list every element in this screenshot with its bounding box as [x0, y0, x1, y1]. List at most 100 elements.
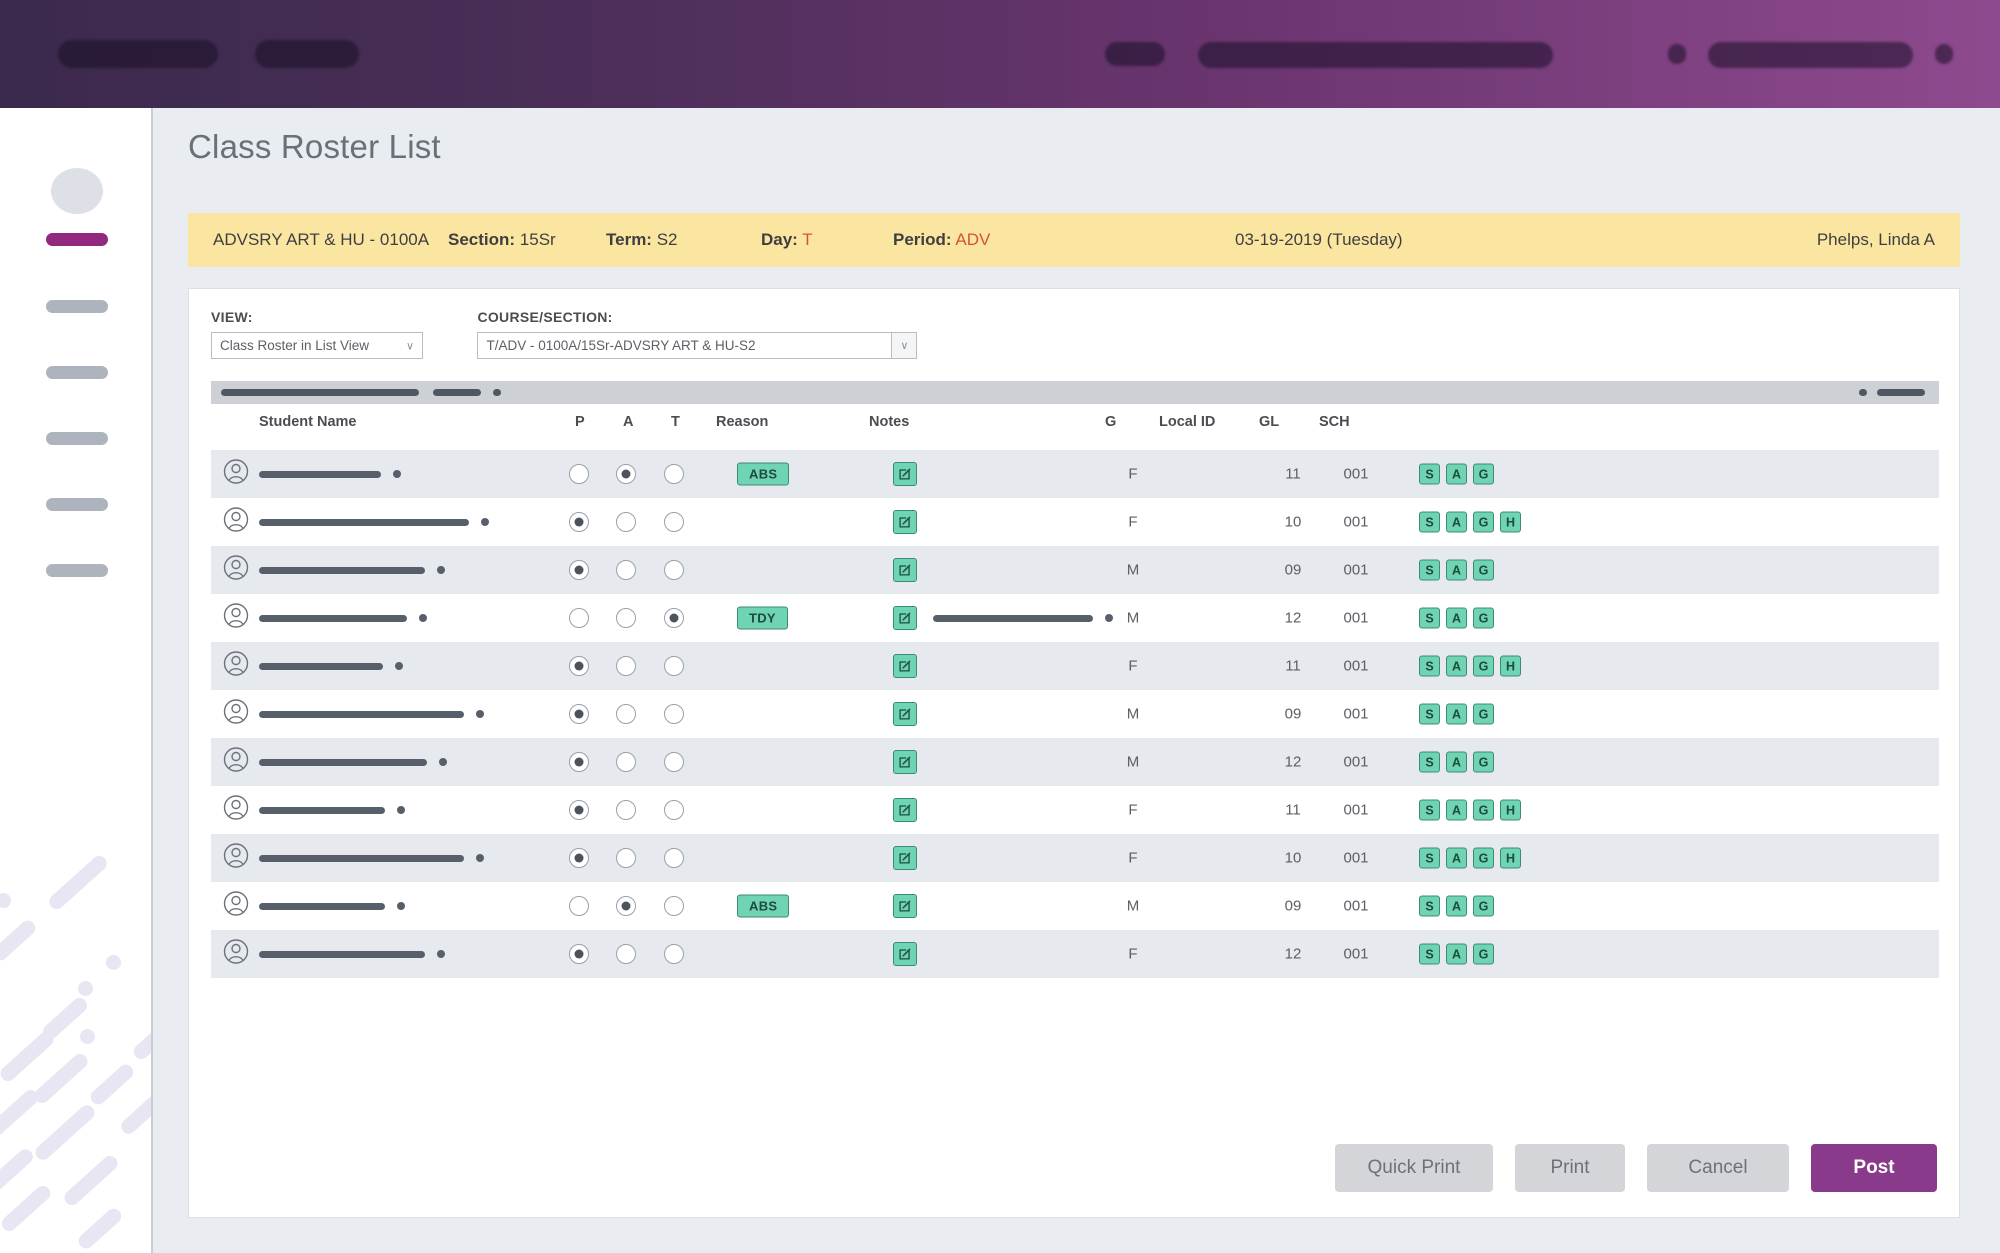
- attendance-radio-p[interactable]: [569, 800, 589, 820]
- attendance-radio-t[interactable]: [664, 464, 684, 484]
- status-badge-s[interactable]: S: [1419, 799, 1440, 821]
- column-header-sch[interactable]: SCH: [1319, 414, 1350, 430]
- attendance-radio-t[interactable]: [664, 896, 684, 916]
- column-header-t[interactable]: T: [671, 414, 680, 430]
- note-edit-icon[interactable]: [893, 654, 917, 678]
- status-badge-a[interactable]: A: [1446, 655, 1467, 677]
- attendance-radio-t[interactable]: [664, 752, 684, 772]
- attendance-radio-a[interactable]: [616, 512, 636, 532]
- attendance-radio-t[interactable]: [664, 800, 684, 820]
- attendance-radio-p[interactable]: [569, 704, 589, 724]
- table-row[interactable]: M 12 001 S A G: [211, 738, 1939, 786]
- status-badge-s[interactable]: S: [1419, 607, 1440, 629]
- note-edit-icon[interactable]: [893, 846, 917, 870]
- table-row[interactable]: ABS F 11 001 S A G: [211, 450, 1939, 498]
- reason-badge[interactable]: TDY: [737, 606, 788, 630]
- column-header-a[interactable]: A: [623, 414, 633, 430]
- status-badge-a[interactable]: A: [1446, 463, 1467, 485]
- cancel-button[interactable]: Cancel: [1647, 1144, 1789, 1192]
- table-row[interactable]: F 11 001 S A G H: [211, 642, 1939, 690]
- column-header-reason[interactable]: Reason: [716, 414, 768, 430]
- status-badge-s[interactable]: S: [1419, 511, 1440, 533]
- sidebar-item-5[interactable]: [46, 564, 108, 577]
- attendance-radio-t[interactable]: [664, 704, 684, 724]
- quick-print-button[interactable]: Quick Print: [1335, 1144, 1493, 1192]
- status-badge-g[interactable]: G: [1473, 703, 1494, 725]
- sidebar-item-0[interactable]: [46, 233, 108, 246]
- attendance-radio-a[interactable]: [616, 752, 636, 772]
- status-badge-g[interactable]: G: [1473, 463, 1494, 485]
- attendance-radio-p[interactable]: [569, 896, 589, 916]
- status-badge-s[interactable]: S: [1419, 847, 1440, 869]
- status-badge-g[interactable]: G: [1473, 559, 1494, 581]
- attendance-radio-a[interactable]: [616, 560, 636, 580]
- attendance-radio-t[interactable]: [664, 560, 684, 580]
- course-select[interactable]: T/ADV - 0100A/15Sr-ADVSRY ART & HU-S2 ∨: [477, 332, 918, 359]
- status-badge-h[interactable]: H: [1500, 799, 1521, 821]
- status-badge-g[interactable]: G: [1473, 799, 1494, 821]
- note-edit-icon[interactable]: [893, 462, 917, 486]
- sidebar-item-2[interactable]: [46, 366, 108, 379]
- note-edit-icon[interactable]: [893, 942, 917, 966]
- status-badge-g[interactable]: G: [1473, 607, 1494, 629]
- status-badge-a[interactable]: A: [1446, 751, 1467, 773]
- status-badge-g[interactable]: G: [1473, 751, 1494, 773]
- status-badge-s[interactable]: S: [1419, 943, 1440, 965]
- status-badge-a[interactable]: A: [1446, 847, 1467, 869]
- table-row[interactable]: TDY M 12 001 S A G: [211, 594, 1939, 642]
- table-row[interactable]: M 09 001 S A G: [211, 546, 1939, 594]
- post-button[interactable]: Post: [1811, 1144, 1937, 1192]
- table-row[interactable]: ABS M 09 001 S A G: [211, 882, 1939, 930]
- attendance-radio-p[interactable]: [569, 848, 589, 868]
- table-row[interactable]: F 10 001 S A G H: [211, 498, 1939, 546]
- chevron-down-icon[interactable]: ∨: [891, 333, 917, 358]
- attendance-radio-a[interactable]: [616, 608, 636, 628]
- attendance-radio-p[interactable]: [569, 608, 589, 628]
- status-badge-s[interactable]: S: [1419, 559, 1440, 581]
- attendance-radio-t[interactable]: [664, 512, 684, 532]
- attendance-radio-a[interactable]: [616, 896, 636, 916]
- attendance-radio-a[interactable]: [616, 800, 636, 820]
- table-row[interactable]: F 11 001 S A G H: [211, 786, 1939, 834]
- column-header-notes[interactable]: Notes: [869, 414, 909, 430]
- table-toolbar[interactable]: [211, 381, 1939, 404]
- status-badge-h[interactable]: H: [1500, 847, 1521, 869]
- status-badge-h[interactable]: H: [1500, 511, 1521, 533]
- note-edit-icon[interactable]: [893, 606, 917, 630]
- attendance-radio-a[interactable]: [616, 848, 636, 868]
- attendance-radio-p[interactable]: [569, 560, 589, 580]
- table-row[interactable]: F 12 001 S A G: [211, 930, 1939, 978]
- attendance-radio-t[interactable]: [664, 944, 684, 964]
- column-header-g[interactable]: G: [1105, 414, 1116, 430]
- status-badge-s[interactable]: S: [1419, 895, 1440, 917]
- status-badge-s[interactable]: S: [1419, 463, 1440, 485]
- sidebar-item-4[interactable]: [46, 498, 108, 511]
- attendance-radio-p[interactable]: [569, 656, 589, 676]
- attendance-radio-a[interactable]: [616, 656, 636, 676]
- attendance-radio-p[interactable]: [569, 752, 589, 772]
- table-row[interactable]: F 10 001 S A G H: [211, 834, 1939, 882]
- column-header-p[interactable]: P: [575, 414, 585, 430]
- status-badge-g[interactable]: G: [1473, 847, 1494, 869]
- status-badge-s[interactable]: S: [1419, 703, 1440, 725]
- status-badge-g[interactable]: G: [1473, 895, 1494, 917]
- column-header-gl[interactable]: GL: [1259, 414, 1279, 430]
- status-badge-a[interactable]: A: [1446, 799, 1467, 821]
- sidebar-avatar[interactable]: [51, 168, 103, 214]
- note-edit-icon[interactable]: [893, 558, 917, 582]
- column-header-student-name[interactable]: Student Name: [259, 414, 357, 430]
- note-edit-icon[interactable]: [893, 894, 917, 918]
- attendance-radio-a[interactable]: [616, 464, 636, 484]
- status-badge-g[interactable]: G: [1473, 943, 1494, 965]
- status-badge-s[interactable]: S: [1419, 751, 1440, 773]
- status-badge-a[interactable]: A: [1446, 511, 1467, 533]
- status-badge-a[interactable]: A: [1446, 943, 1467, 965]
- reason-badge[interactable]: ABS: [737, 894, 790, 918]
- attendance-radio-p[interactable]: [569, 464, 589, 484]
- sidebar-item-1[interactable]: [46, 300, 108, 313]
- note-edit-icon[interactable]: [893, 750, 917, 774]
- attendance-radio-t[interactable]: [664, 608, 684, 628]
- print-button[interactable]: Print: [1515, 1144, 1625, 1192]
- table-row[interactable]: M 09 001 S A G: [211, 690, 1939, 738]
- attendance-radio-a[interactable]: [616, 944, 636, 964]
